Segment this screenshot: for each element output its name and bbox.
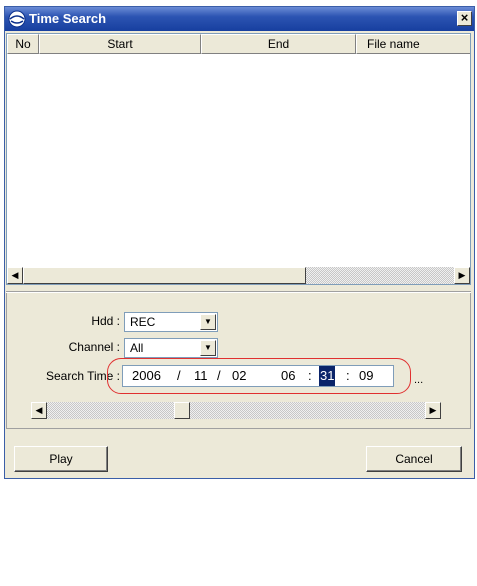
close-icon: ×: [460, 10, 469, 25]
column-header-file-name[interactable]: File name: [356, 34, 470, 54]
channel-label: Channel :: [68, 340, 120, 354]
scroll-right-button[interactable]: ▶: [454, 267, 470, 284]
list-header: No Start End File name: [7, 34, 470, 54]
chevron-down-icon[interactable]: ▼: [200, 340, 216, 356]
arrow-left-icon: ◀: [35, 405, 43, 415]
column-header-no[interactable]: No: [7, 34, 39, 54]
cancel-button[interactable]: Cancel: [366, 446, 462, 472]
arrow-right-icon: ▶: [429, 405, 437, 415]
title-bar[interactable]: Time Search ×: [5, 7, 474, 31]
hdd-label: Hdd :: [91, 314, 120, 328]
list-horizontal-scrollbar[interactable]: ◀ ▶: [7, 267, 470, 284]
slider-right-button[interactable]: ▶: [425, 402, 441, 419]
app-globe-icon: [8, 10, 26, 28]
arrow-right-icon: ▶: [458, 270, 466, 280]
time-slider[interactable]: ◀ ▶: [31, 402, 441, 419]
hdd-select-value: REC: [130, 315, 156, 329]
annotation-highlight-ring: [107, 358, 411, 394]
column-header-start[interactable]: Start: [39, 34, 201, 54]
result-list[interactable]: No Start End File name ◀ ▶: [6, 33, 471, 285]
play-button[interactable]: Play: [14, 446, 108, 472]
channel-select-value: All: [130, 341, 144, 355]
search-time-label: Search Time :: [45, 369, 120, 383]
arrow-left-icon: ◀: [11, 270, 19, 280]
window-title: Time Search: [29, 11, 107, 26]
channel-select[interactable]: All ▼: [124, 338, 218, 358]
scroll-left-button[interactable]: ◀: [7, 267, 23, 284]
column-header-end[interactable]: End: [201, 34, 356, 54]
list-scroll-thumb[interactable]: [23, 267, 306, 284]
slider-thumb[interactable]: [174, 402, 190, 419]
more-ellipsis: ...: [414, 374, 424, 386]
slider-left-button[interactable]: ◀: [31, 402, 47, 419]
close-button[interactable]: ×: [457, 11, 472, 26]
hdd-select[interactable]: REC ▼: [124, 312, 218, 332]
chevron-down-icon[interactable]: ▼: [200, 314, 216, 330]
